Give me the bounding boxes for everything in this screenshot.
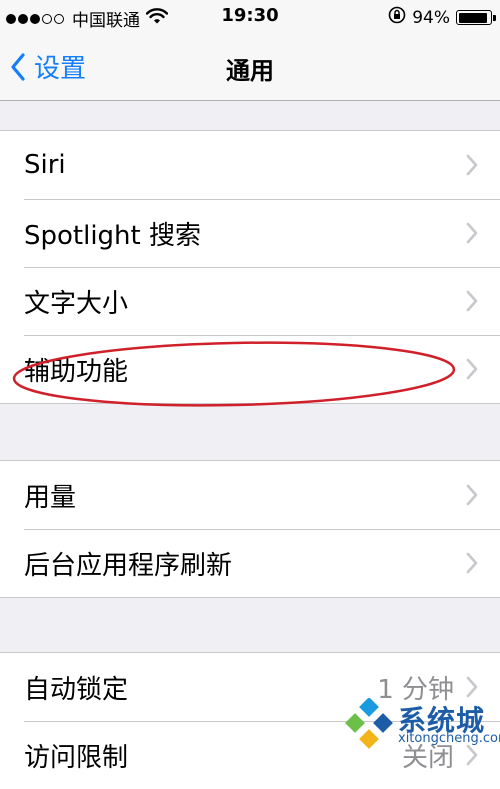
status-bar: 中国联通 19:30 94% [0,0,500,34]
battery-percentage: 94% [412,7,450,28]
chevron-right-icon [466,484,478,506]
row-label: 文字大小 [24,288,129,319]
row-label: Siri [24,150,66,180]
row-label: 后台应用程序刷新 [24,550,233,581]
watermark-url: xitongcheng.com [398,731,500,746]
settings-row-text-size[interactable]: 文字大小 [0,267,500,335]
status-right: 94% [388,6,496,29]
settings-row-background-refresh[interactable]: 后台应用程序刷新 [0,529,500,597]
navigation-bar: 设置 通用 [0,34,500,101]
settings-row-spotlight[interactable]: Spotlight 搜索 [0,199,500,267]
chevron-right-icon [466,358,478,380]
chevron-right-icon [466,290,478,312]
row-label: 自动锁定 [24,674,129,705]
chevron-right-icon [466,552,478,574]
row-label: 用量 [24,482,77,513]
settings-row-accessibility[interactable]: 辅助功能 [0,335,500,403]
row-label: Spotlight 搜索 [24,220,201,251]
settings-row-siri[interactable]: Siri [0,131,500,199]
battery-icon [456,10,496,25]
diamond-logo-icon [345,698,393,749]
settings-group-general: Siri Spotlight 搜索 文字大小 辅助功能 [0,130,500,404]
orientation-lock-icon [388,6,406,29]
chevron-right-icon [466,222,478,244]
row-label: 辅助功能 [24,356,129,387]
settings-row-usage[interactable]: 用量 [0,461,500,529]
battery-fill [458,12,487,23]
page-title: 通用 [226,57,274,85]
chevron-right-icon [466,154,478,176]
settings-group-usage: 用量 后台应用程序刷新 [0,460,500,598]
chevron-right-icon [466,676,478,698]
watermark-logo: 系统城 xitongcheng.com [342,697,500,750]
